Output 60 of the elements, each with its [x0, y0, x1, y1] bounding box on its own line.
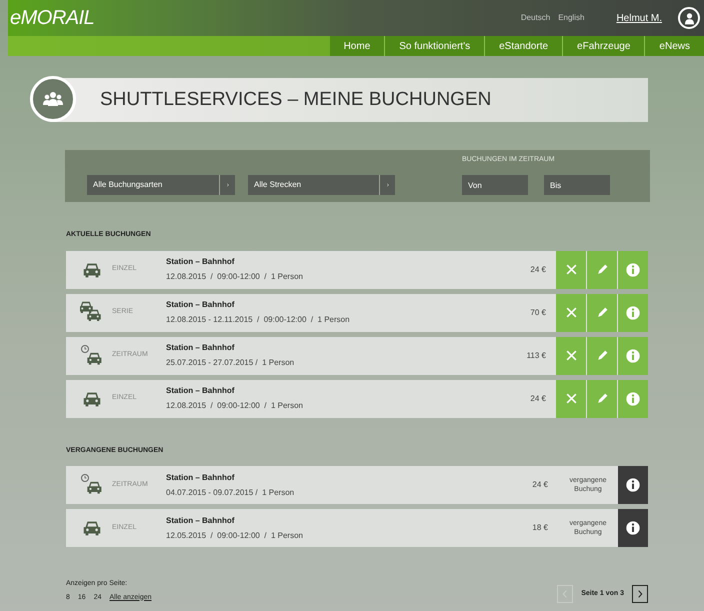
date-field[interactable]: Bis [544, 175, 610, 195]
price: 24 € [529, 392, 547, 404]
edit-button[interactable] [587, 336, 617, 374]
person-icon [682, 12, 696, 24]
booking-details: 12.08.2015 / 09:00-12:00 / 1 Person [166, 400, 304, 412]
delete-button[interactable] [556, 380, 586, 418]
nav-link[interactable]: eNews [644, 36, 704, 56]
booking-details: 04.07.2015 - 09.07.2015 / 1 Person [166, 486, 296, 498]
pencil-icon [596, 349, 608, 362]
delete-button[interactable] [556, 294, 586, 332]
edit-button[interactable] [587, 294, 617, 332]
language-link[interactable]: English [558, 12, 584, 24]
language-link[interactable]: Deutsch [520, 12, 550, 24]
page-title: SHUTTLESERVICES – MEINE BUCHUNGEN [100, 88, 492, 112]
next-page-button[interactable] [632, 585, 648, 603]
delete-button[interactable] [556, 250, 586, 288]
route-name: Station – Bahnhof [166, 385, 236, 397]
route-name: Station – Bahnhof [166, 256, 236, 268]
price: 18 € [531, 522, 549, 534]
user-name-link[interactable]: Helmut M. [616, 10, 662, 26]
delete-button[interactable] [556, 336, 586, 374]
edit-button[interactable] [587, 380, 617, 418]
route-name: Station – Bahnhof [166, 342, 236, 354]
info-icon [625, 390, 641, 406]
clock-car-icon [80, 344, 104, 368]
dropdown[interactable]: Alle Strecken [248, 175, 395, 195]
logo[interactable]: eMORAIL [8, 3, 94, 33]
close-icon [564, 392, 578, 405]
nav-link[interactable]: So funktioniert's [384, 36, 484, 56]
booking-details: 12.05.2015 / 09:00-12:00 / 1 Person [166, 530, 304, 542]
booking-details: 12.08.2015 - 12.11.2015 / 09:00-12:00 / 1 Person [166, 314, 351, 326]
nav-link[interactable]: eStandorte [484, 36, 562, 56]
close-icon [564, 263, 578, 276]
pencil-icon [596, 306, 608, 319]
dropdown[interactable]: Alle Buchungsarten [87, 175, 235, 195]
date-field[interactable]: Von [462, 175, 528, 195]
route-name: Station – Bahnhof [166, 299, 236, 311]
info-icon [625, 520, 641, 536]
info-icon [625, 477, 641, 493]
nav-link[interactable]: eFahrzeuge [562, 36, 644, 56]
price: 24 € [531, 479, 549, 491]
close-icon [564, 306, 578, 319]
route-name: Station – Bahnhof [166, 514, 236, 526]
pencil-icon [596, 263, 608, 276]
price: 70 € [529, 306, 547, 318]
info-icon [625, 304, 641, 320]
route-name: Station – Bahnhof [166, 472, 236, 484]
user-avatar-button[interactable] [678, 7, 700, 29]
pencil-icon [596, 392, 608, 405]
info-button[interactable] [618, 466, 648, 504]
nav-link[interactable]: Home [330, 36, 384, 56]
price: 113 € [526, 350, 547, 362]
info-icon [625, 262, 641, 278]
info-button[interactable] [618, 509, 648, 547]
booking-details: 12.08.2015 / 09:00-12:00 / 1 Person [166, 271, 304, 283]
close-icon [564, 349, 578, 362]
price: 24 € [529, 264, 547, 276]
booking-details: 25.07.2015 - 27.07.2015 / 1 Person [166, 357, 296, 369]
edit-button[interactable] [587, 250, 617, 288]
info-icon [625, 348, 641, 364]
